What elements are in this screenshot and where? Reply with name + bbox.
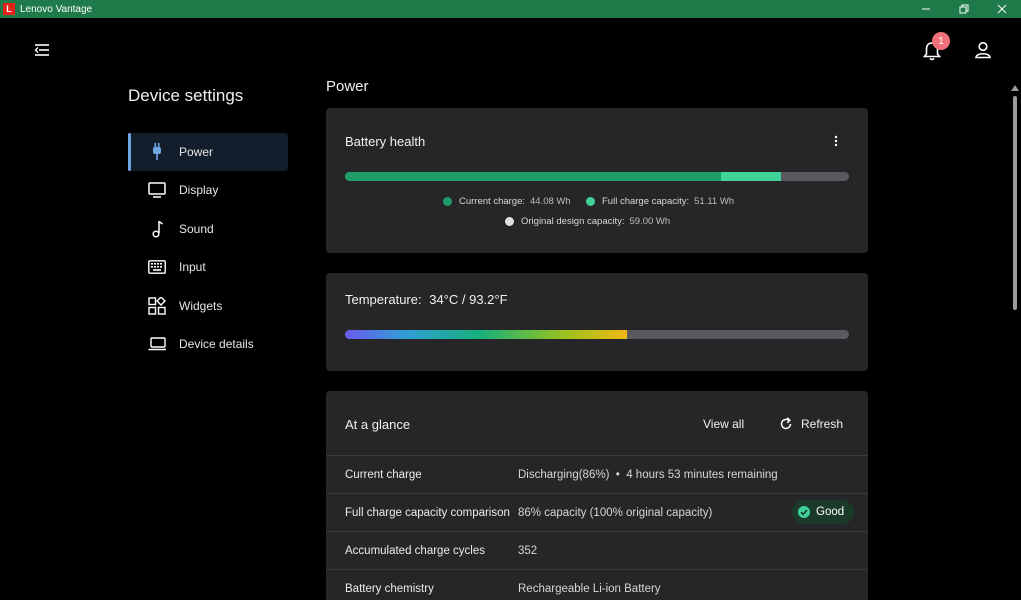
- row-value: Rechargeable Li-ion Battery: [518, 582, 661, 595]
- lenovo-logo: L: [3, 3, 15, 15]
- refresh-icon: [780, 417, 792, 430]
- close-button[interactable]: [983, 0, 1021, 18]
- current-charge-dot: [443, 197, 452, 206]
- legend-design-capacity: Original design capacity: 59.00 Wh: [505, 216, 670, 227]
- temperature-fill: [345, 330, 628, 339]
- row-value: 352: [518, 544, 538, 557]
- battery-health-card: Battery health Current charge: 44.08 Wh …: [326, 108, 868, 253]
- design-capacity-value: 59.00 Wh: [629, 216, 671, 227]
- menu-toggle-button[interactable]: [33, 42, 51, 58]
- at-a-glance-title: At a glance: [345, 417, 411, 432]
- user-icon: [975, 41, 991, 59]
- sidebar-item-sound[interactable]: Sound: [128, 210, 288, 248]
- full-capacity-dot: [586, 197, 595, 206]
- at-a-glance-card: At a glance View all Refresh Current cha…: [326, 391, 868, 600]
- sidebar-item-device-details[interactable]: Device details: [128, 325, 288, 363]
- sidebar-item-label: Display: [179, 183, 219, 198]
- notification-badge: 1: [932, 32, 950, 50]
- design-capacity-dot: [505, 217, 514, 226]
- monitor-icon: [148, 181, 166, 199]
- row-label: Current charge: [345, 468, 422, 481]
- plug-icon: [148, 143, 166, 161]
- sidebar-item-power[interactable]: Power: [128, 133, 288, 171]
- design-capacity-label: Original design capacity:: [521, 216, 625, 227]
- temperature-value: 34°C / 93.2°F: [429, 292, 508, 307]
- legend-full-capacity: Full charge capacity: 51.11 Wh: [586, 196, 734, 207]
- restore-icon: [959, 4, 969, 14]
- restore-button[interactable]: [945, 0, 983, 18]
- widgets-icon: [148, 296, 166, 315]
- row-label: Accumulated charge cycles: [345, 544, 485, 557]
- window-title: Lenovo Vantage: [20, 3, 93, 15]
- minimize-button[interactable]: [907, 0, 945, 18]
- menu-collapse-icon: [34, 44, 49, 56]
- temperature-heading: Temperature: 34°C / 93.2°F: [345, 292, 508, 307]
- sidebar-item-input[interactable]: Input: [128, 248, 288, 286]
- row-label: Full charge capacity comparison: [345, 506, 510, 519]
- full-capacity-value: 51.11 Wh: [694, 196, 735, 207]
- sidebar-nav: Power Display Sound Input Widgets Device…: [128, 133, 288, 363]
- row-label: Battery chemistry: [345, 582, 434, 595]
- close-icon: [997, 4, 1007, 14]
- scroll-thumb[interactable]: [1013, 96, 1017, 310]
- minimize-icon: [922, 8, 930, 10]
- legend-current-charge: Current charge: 44.08 Wh: [443, 196, 571, 207]
- scroll-up-icon[interactable]: [1010, 84, 1020, 92]
- title-bar: L Lenovo Vantage: [0, 0, 1021, 18]
- refresh-button[interactable]: Refresh: [779, 417, 843, 431]
- full-capacity-label: Full charge capacity:: [602, 196, 690, 207]
- refresh-label: Refresh: [801, 417, 844, 431]
- sidebar-title: Device settings: [128, 86, 244, 105]
- view-all-link[interactable]: View all: [703, 417, 744, 431]
- temperature-label: Temperature:: [345, 292, 422, 307]
- check-circle-icon: [798, 506, 810, 518]
- page-title: Power: [326, 78, 369, 95]
- table-row: Full charge capacity comparison 86% capa…: [326, 493, 868, 531]
- current-charge-segment: [345, 172, 722, 181]
- battery-capacity-bar: [345, 172, 849, 181]
- table-row: Current charge Discharging(86%) • 4 hour…: [326, 455, 868, 493]
- more-options-button[interactable]: [831, 134, 841, 148]
- account-button[interactable]: [973, 40, 993, 60]
- status-badge: Good: [792, 500, 855, 524]
- sidebar-item-label: Power: [179, 145, 214, 159]
- sidebar-item-label: Sound: [179, 221, 214, 236]
- sidebar-item-label: Widgets: [179, 298, 223, 313]
- temperature-bar: [345, 330, 849, 339]
- temperature-card: Temperature: 34°C / 93.2°F: [326, 273, 868, 371]
- table-row: Accumulated charge cycles 352: [326, 531, 868, 569]
- sidebar-item-label: Device details: [179, 336, 254, 351]
- window-controls: [907, 0, 1021, 18]
- more-vertical-icon: [834, 135, 838, 147]
- keyboard-icon: [148, 258, 166, 276]
- table-row: Battery chemistry Rechargeable Li-ion Ba…: [326, 569, 868, 600]
- current-charge-value: 44.08 Wh: [530, 196, 571, 207]
- current-charge-label: Current charge:: [459, 196, 526, 207]
- laptop-icon: [148, 335, 166, 353]
- scrollbar[interactable]: [1010, 80, 1020, 600]
- row-value: Discharging(86%) • 4 hours 53 minutes re…: [518, 468, 778, 481]
- sidebar-item-widgets[interactable]: Widgets: [128, 287, 288, 325]
- sidebar-item-display[interactable]: Display: [128, 171, 288, 209]
- sidebar-item-label: Input: [179, 260, 206, 275]
- music-note-icon: [148, 220, 166, 238]
- status-badge-label: Good: [816, 506, 845, 518]
- row-value: 86% capacity (100% original capacity): [518, 506, 713, 519]
- battery-health-title: Battery health: [345, 134, 426, 149]
